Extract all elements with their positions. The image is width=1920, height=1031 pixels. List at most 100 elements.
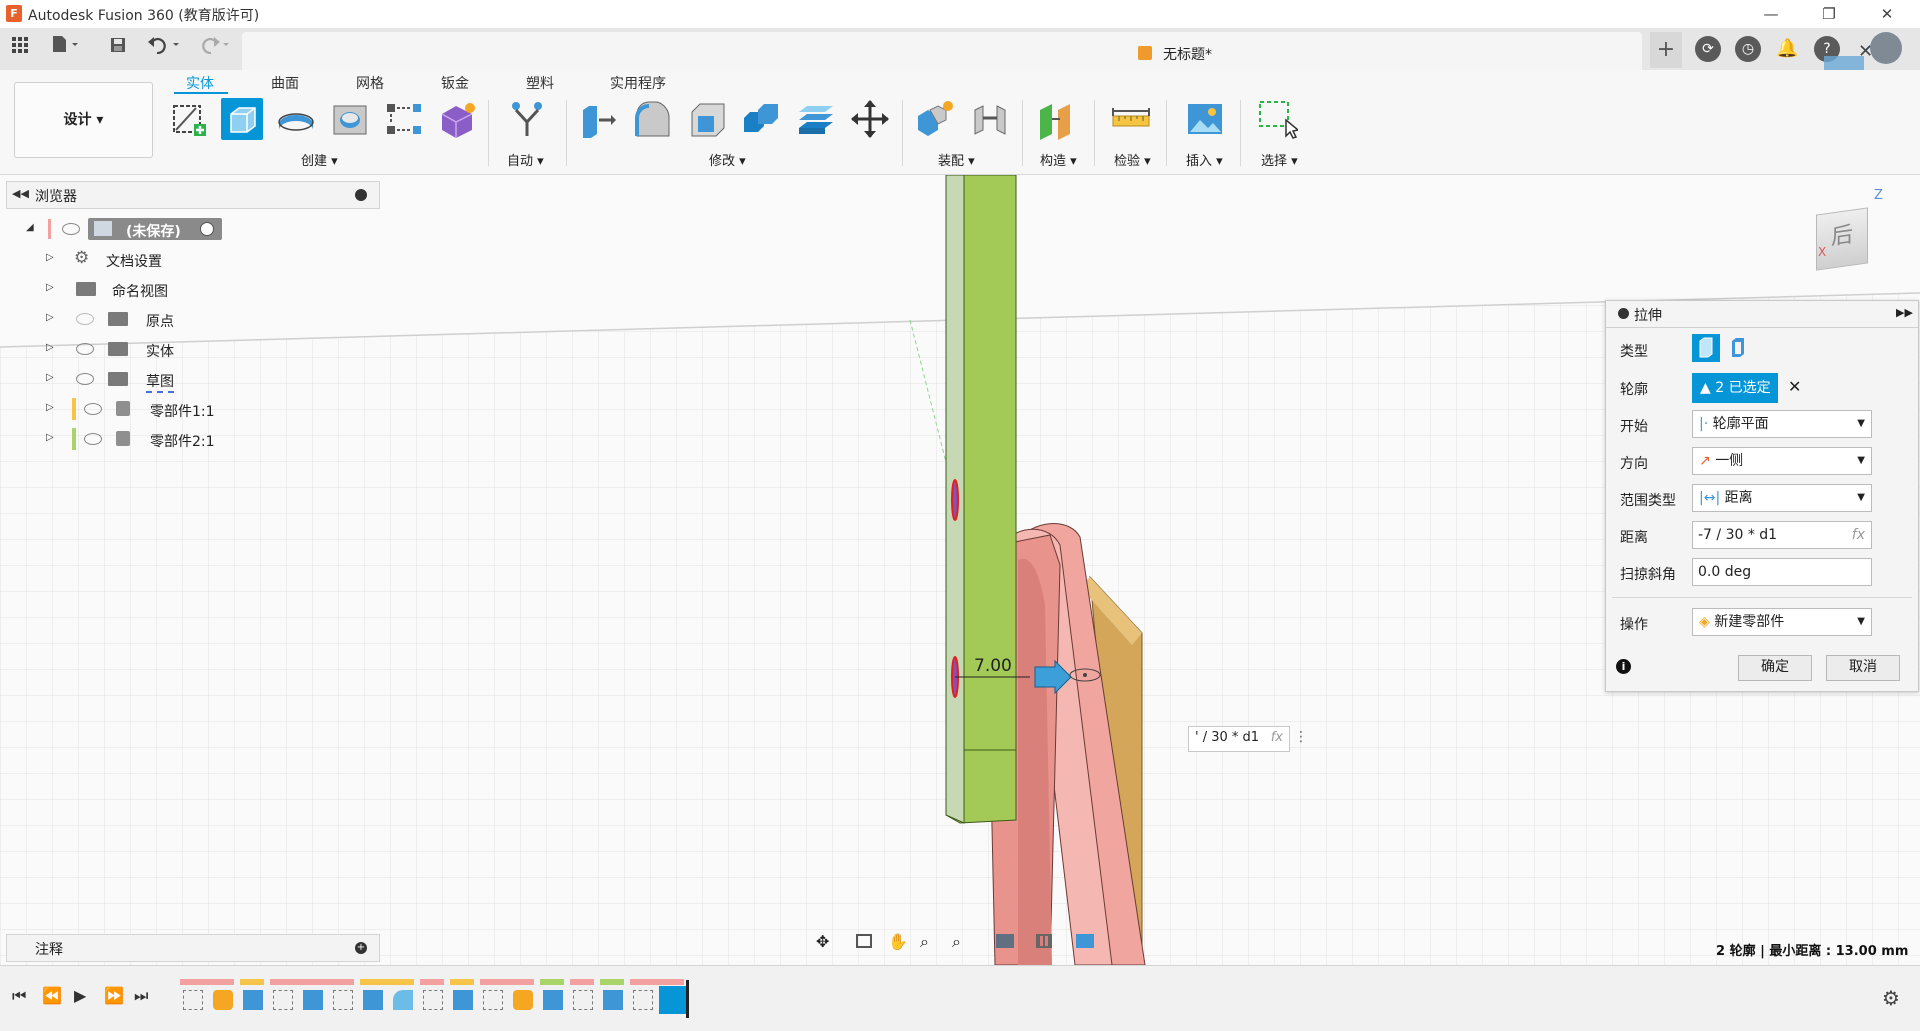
measure-icon[interactable] [1110,98,1152,140]
extrude-icon[interactable] [221,98,263,140]
assemble-group-label[interactable]: 装配 ▾ [938,150,975,169]
timeline-settings-gear-icon[interactable]: ⚙ [1882,986,1900,1010]
start-select[interactable]: |· 轮廓平面 ▼ [1692,410,1872,438]
browser-item-named-views[interactable]: ▷ 命名视图 [46,277,346,301]
timeline-active-feature-icon[interactable] [659,986,687,1014]
timeline-fillet-icon[interactable] [393,990,413,1010]
notifications-bell-icon[interactable]: 🔔 [1776,38,1798,59]
offset-face-icon[interactable] [795,98,837,140]
browser-item-origin[interactable]: ▷ 原点 [46,307,346,331]
browser-item-sketches[interactable]: ▷ 草图 [46,367,346,393]
tab-surface[interactable]: 曲面 [271,73,299,93]
move-copy-icon[interactable] [849,98,891,140]
new-component-icon[interactable] [914,98,956,140]
timeline-sketch-icon[interactable] [273,990,293,1010]
tab-utilities[interactable]: 实用程序 [610,73,666,93]
tab-sheet-metal[interactable]: 钣金 [441,73,469,93]
expand-dialog-icon[interactable]: ▶▶ [1896,306,1913,319]
press-pull-icon[interactable] [577,98,619,140]
browser-root-row[interactable]: ◢ (未保存) [26,217,326,241]
expand-triangle-icon[interactable]: ◢ [26,222,34,233]
distance-input[interactable]: -7 / 30 * d1 fx [1692,521,1872,549]
browser-item-component-1[interactable]: ▷ 零部件1:1 [46,397,346,421]
operation-select[interactable]: ◈ 新建零部件 ▼ [1692,608,1872,636]
timeline-play-icon[interactable]: ▶ [74,986,86,1005]
restore-button[interactable]: ❐ [1806,2,1852,26]
timeline-sketch-icon[interactable] [633,990,653,1010]
minimize-button[interactable]: — [1748,2,1794,26]
activate-radio-icon[interactable] [200,222,214,236]
timeline-sketch-icon[interactable] [573,990,593,1010]
create-form-icon[interactable] [436,98,478,140]
select-group-label[interactable]: 选择 ▾ [1261,150,1298,169]
tab-mesh[interactable]: 网格 [356,73,384,93]
inspect-group-label[interactable]: 检验 ▾ [1114,150,1151,169]
pattern-icon[interactable] [383,98,425,140]
select-window-icon[interactable] [1256,98,1300,140]
type-thin-icon[interactable] [1724,334,1752,362]
type-body-icon[interactable] [1692,334,1720,362]
timeline-sketch-icon[interactable] [483,990,503,1010]
more-options-icon[interactable]: ⋮ [1294,729,1308,745]
tab-plastic[interactable]: 塑料 [526,73,554,93]
document-tab[interactable]: 无标题* ✕ [242,32,1873,70]
timeline-prev-icon[interactable]: ⏪ [42,986,62,1005]
apps-grid-icon[interactable] [5,34,35,64]
job-status-icon[interactable]: ◷ [1735,36,1761,62]
expand-triangle-icon[interactable]: ▷ [46,432,54,443]
save-icon[interactable] [103,34,133,64]
hidden-eye-icon[interactable] [76,313,94,325]
file-menu-icon[interactable] [50,34,80,64]
extent-type-select[interactable]: |↔| 距离 ▼ [1692,484,1872,512]
zoom-window-icon[interactable]: ⌕ [952,932,961,952]
expand-triangle-icon[interactable]: ▷ [46,372,54,383]
pan-hand-icon[interactable]: ✋ [888,932,908,951]
create-sketch-icon[interactable] [168,98,210,140]
fx-icon[interactable]: fx [1271,727,1283,749]
redo-icon[interactable] [196,34,229,64]
expand-triangle-icon[interactable]: ▷ [46,282,54,293]
hole-icon[interactable] [329,98,371,140]
browser-pin-icon[interactable] [355,189,367,201]
visibility-eye-icon[interactable] [76,373,94,385]
automate-icon[interactable] [506,98,548,140]
construct-group-label[interactable]: 构造 ▾ [1040,150,1077,169]
timeline-extrude-icon[interactable] [363,990,383,1010]
direction-select[interactable]: ↗ 一侧 ▼ [1692,447,1872,475]
look-at-icon[interactable] [856,934,872,948]
undo-icon[interactable] [146,34,179,64]
clear-selection-icon[interactable]: ✕ [1788,377,1801,396]
expand-triangle-icon[interactable]: ▷ [46,252,54,263]
shell-icon[interactable] [686,98,728,140]
timeline-sketch-icon[interactable] [423,990,443,1010]
grid-settings-icon[interactable] [1036,934,1052,948]
workspace-switcher-button[interactable]: 设计 ▾ [14,82,153,158]
notes-panel-header[interactable]: 注释 + [6,934,380,962]
info-icon[interactable]: i [1616,659,1631,674]
revolve-icon[interactable] [275,98,317,140]
create-group-label[interactable]: 创建 ▾ [301,150,338,169]
extensions-icon[interactable]: ⟳ [1695,36,1721,62]
expand-triangle-icon[interactable]: ▷ [46,342,54,353]
cancel-button[interactable]: 取消 [1826,655,1900,681]
timeline-extrude-icon[interactable] [303,990,323,1010]
close-window-button[interactable]: ✕ [1864,2,1910,26]
collapse-browser-icon[interactable]: ◀◀ [12,187,29,200]
browser-item-doc-settings[interactable]: ▷ ⚙ 文档设置 [46,247,346,271]
orbit-icon[interactable]: ✥ [816,932,829,951]
timeline-sketch-icon[interactable] [333,990,353,1010]
timeline-extrude-icon[interactable] [243,990,263,1010]
offset-plane-icon[interactable] [1036,98,1078,140]
viewports-icon[interactable] [1076,934,1094,948]
taper-angle-input[interactable]: 0.0 deg [1692,558,1872,586]
add-note-icon[interactable]: + [355,942,367,954]
timeline-sketch-icon[interactable] [183,990,203,1010]
floating-distance-input[interactable]: ' / 30 * d1 fx [1188,726,1290,752]
joint-icon[interactable] [969,98,1011,140]
timeline-component-icon[interactable] [513,990,533,1010]
expand-triangle-icon[interactable]: ▷ [46,402,54,413]
fillet-icon[interactable] [631,98,673,140]
timeline-next-icon[interactable]: ⏩ [104,986,124,1005]
browser-item-component-2[interactable]: ▷ 零部件2:1 [46,427,346,451]
new-tab-button[interactable]: + [1650,32,1682,68]
